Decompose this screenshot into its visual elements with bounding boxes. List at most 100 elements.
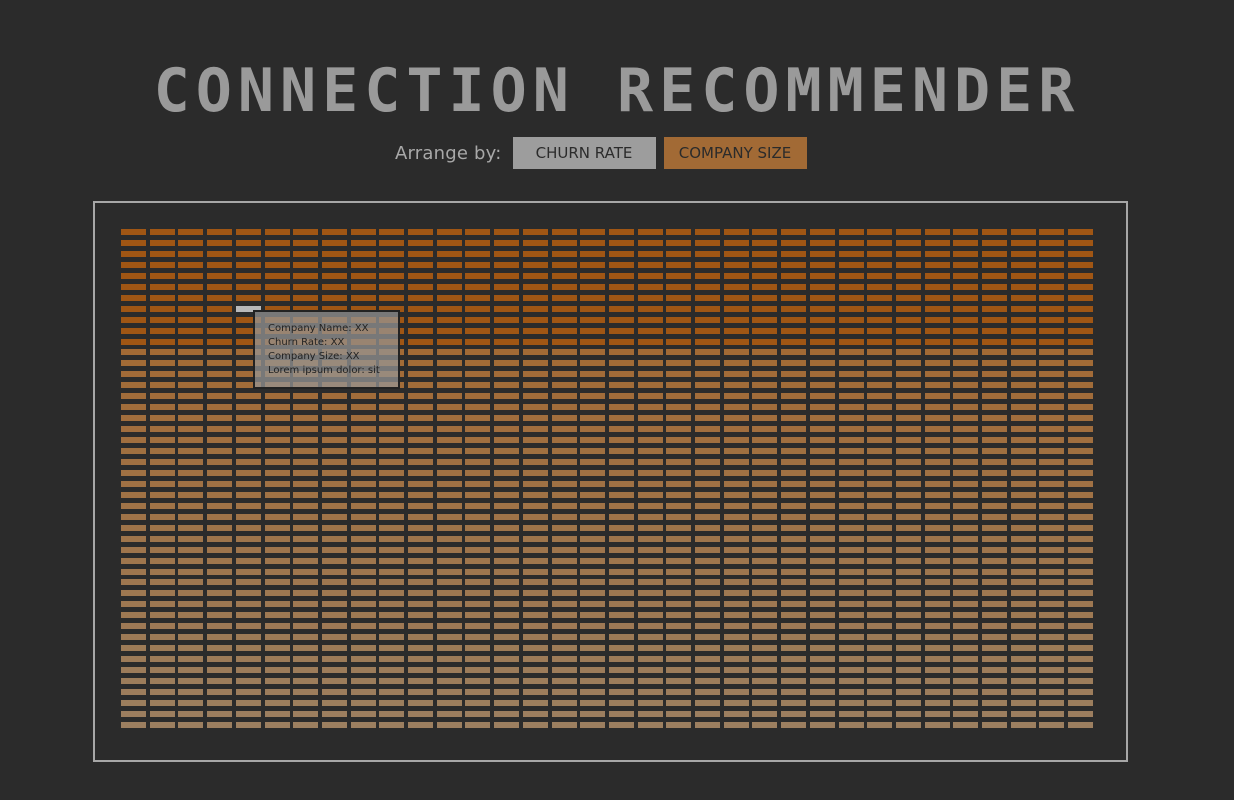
company-cell[interactable] — [838, 250, 864, 257]
company-cell[interactable] — [809, 688, 835, 695]
company-cell[interactable] — [924, 601, 950, 608]
company-cell[interactable] — [723, 283, 749, 290]
company-cell[interactable] — [264, 502, 290, 509]
company-cell[interactable] — [293, 546, 319, 553]
company-cell[interactable] — [982, 229, 1007, 235]
company-cell[interactable] — [408, 502, 433, 509]
company-cell[interactable] — [293, 480, 319, 487]
company-cell[interactable] — [436, 327, 462, 334]
company-cell[interactable] — [924, 469, 950, 476]
company-cell[interactable] — [522, 327, 548, 334]
company-cell[interactable] — [350, 272, 376, 279]
company-cell[interactable] — [637, 469, 663, 476]
company-cell[interactable] — [321, 546, 347, 553]
company-cell[interactable] — [953, 480, 979, 487]
company-cell[interactable] — [580, 524, 606, 531]
company-cell[interactable] — [1010, 371, 1036, 378]
company-cell[interactable] — [321, 656, 347, 662]
company-cell[interactable] — [580, 426, 606, 433]
company-cell[interactable] — [465, 568, 491, 575]
company-cell[interactable] — [1010, 612, 1036, 619]
company-cell[interactable] — [580, 557, 606, 564]
company-cell[interactable] — [494, 502, 520, 509]
company-cell[interactable] — [608, 250, 634, 257]
company-cell[interactable] — [752, 426, 778, 433]
company-cell[interactable] — [838, 688, 864, 695]
company-cell[interactable] — [666, 612, 692, 619]
company-cell[interactable] — [293, 645, 319, 652]
company-cell[interactable] — [465, 250, 491, 257]
company-cell[interactable] — [982, 546, 1007, 553]
company-cell[interactable] — [867, 710, 893, 717]
company-cell[interactable] — [608, 448, 634, 454]
company-cell[interactable] — [1039, 316, 1065, 323]
company-cell[interactable] — [867, 491, 893, 498]
company-cell[interactable] — [121, 634, 146, 641]
company-cell[interactable] — [350, 426, 376, 433]
company-cell[interactable] — [608, 710, 634, 717]
company-cell[interactable] — [666, 327, 692, 334]
company-cell[interactable] — [580, 305, 606, 312]
company-cell[interactable] — [781, 338, 807, 345]
company-cell[interactable] — [752, 546, 778, 553]
company-cell[interactable] — [895, 305, 921, 312]
company-cell[interactable] — [436, 721, 462, 728]
company-cell[interactable] — [953, 699, 979, 706]
company-cell[interactable] — [752, 623, 778, 630]
company-cell[interactable] — [809, 404, 835, 411]
company-cell[interactable] — [551, 480, 577, 487]
company-cell[interactable] — [1010, 568, 1036, 575]
company-cell[interactable] — [924, 612, 950, 619]
company-cell[interactable] — [494, 469, 520, 476]
company-cell[interactable] — [149, 272, 175, 279]
company-cell[interactable] — [178, 656, 204, 662]
company-cell[interactable] — [321, 688, 347, 695]
company-cell[interactable] — [494, 360, 520, 367]
company-cell[interactable] — [781, 601, 807, 608]
company-cell[interactable] — [953, 678, 979, 684]
company-cell[interactable] — [608, 404, 634, 411]
company-cell[interactable] — [321, 601, 347, 608]
company-cell[interactable] — [494, 327, 520, 334]
company-cell[interactable] — [781, 437, 807, 443]
company-cell[interactable] — [264, 404, 290, 411]
company-cell[interactable] — [1068, 349, 1094, 356]
company-cell[interactable] — [350, 491, 376, 498]
company-cell[interactable] — [494, 623, 520, 630]
company-cell[interactable] — [666, 316, 692, 323]
company-cell[interactable] — [465, 612, 491, 619]
company-cell[interactable] — [408, 535, 433, 542]
company-cell[interactable] — [551, 699, 577, 706]
company-cell[interactable] — [608, 229, 634, 235]
company-cell[interactable] — [551, 645, 577, 652]
company-cell[interactable] — [551, 667, 577, 673]
company-cell[interactable] — [982, 491, 1007, 498]
company-cell[interactable] — [522, 623, 548, 630]
company-cell[interactable] — [637, 458, 663, 465]
company-cell[interactable] — [752, 229, 778, 235]
company-cell[interactable] — [1039, 338, 1065, 345]
company-cell[interactable] — [178, 524, 204, 531]
company-cell[interactable] — [121, 699, 146, 706]
company-cell[interactable] — [608, 535, 634, 542]
company-cell[interactable] — [695, 360, 720, 367]
company-cell[interactable] — [895, 382, 921, 389]
company-cell[interactable] — [293, 469, 319, 476]
company-cell[interactable] — [1039, 590, 1065, 597]
company-cell[interactable] — [723, 437, 749, 443]
company-cell[interactable] — [178, 710, 204, 717]
company-cell[interactable] — [1068, 393, 1094, 400]
company-cell[interactable] — [924, 415, 950, 422]
company-cell[interactable] — [465, 721, 491, 728]
company-cell[interactable] — [1010, 688, 1036, 695]
company-cell[interactable] — [838, 480, 864, 487]
company-cell[interactable] — [924, 710, 950, 717]
company-cell[interactable] — [580, 283, 606, 290]
company-cell[interactable] — [580, 261, 606, 268]
company-cell[interactable] — [695, 415, 720, 422]
company-cell[interactable] — [350, 623, 376, 630]
company-cell[interactable] — [580, 579, 606, 586]
company-cell[interactable] — [752, 667, 778, 673]
company-cell[interactable] — [637, 645, 663, 652]
company-cell[interactable] — [924, 458, 950, 465]
